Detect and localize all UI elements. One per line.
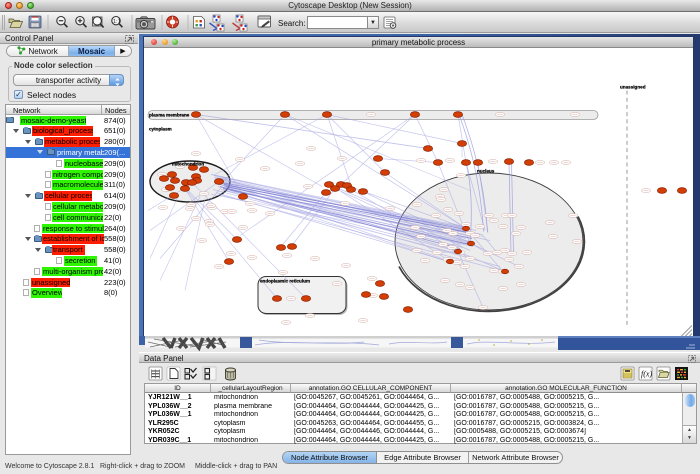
svg-text:cytoplasm: cytoplasm — [149, 126, 172, 131]
svg-text:unassigned: unassigned — [620, 84, 646, 89]
svg-text:f(x): f(x) — [641, 370, 652, 379]
svg-text:plasma membrane: plasma membrane — [149, 112, 190, 117]
svg-text:nucleus: nucleus — [477, 168, 495, 173]
svg-text:endoplasmic reticulum: endoplasmic reticulum — [260, 278, 310, 283]
svg-text:mitochondrion: mitochondrion — [172, 161, 204, 166]
